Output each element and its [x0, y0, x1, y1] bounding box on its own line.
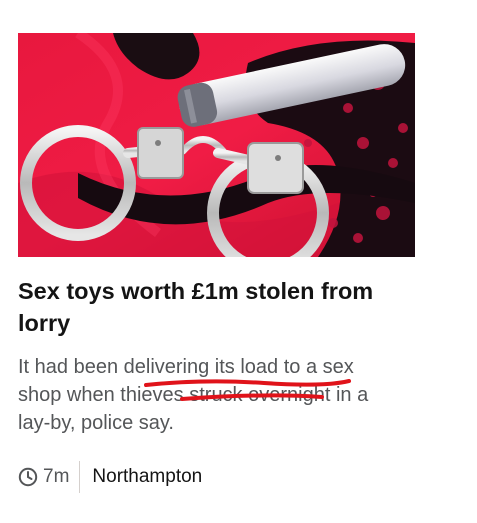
story-card[interactable]: Sex toys worth £1m stolen from lorry It …	[18, 33, 415, 494]
story-location-link[interactable]: Northampton	[92, 466, 202, 488]
story-thumbnail[interactable]	[18, 33, 415, 257]
story-meta: 7m Northampton	[18, 460, 415, 494]
story-headline[interactable]: Sex toys worth £1m stolen from lorry	[18, 275, 398, 339]
story-summary-text: It had been delivering its load to a sex…	[18, 356, 369, 434]
story-summary: It had been delivering its load to a sex…	[18, 353, 398, 437]
thumbnail-image	[18, 33, 415, 257]
clock-icon	[18, 467, 38, 487]
meta-divider	[79, 461, 81, 493]
story-time: 7m	[43, 466, 70, 487]
